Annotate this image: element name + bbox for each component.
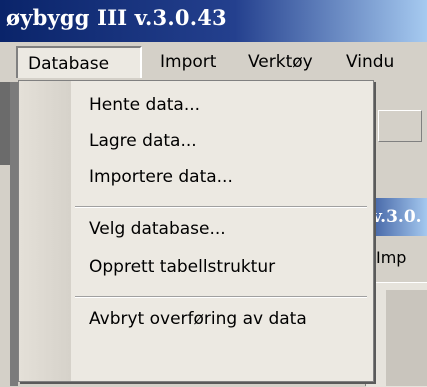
menu-item-avbryt-overforing[interactable]: Avbryt overføring av data (71, 302, 371, 336)
menu-item-velg-database[interactable]: Velg database... (71, 212, 371, 246)
menu-item-hente-data[interactable]: Hente data... (71, 88, 371, 122)
background-toolbar (372, 82, 427, 198)
menu-separator (75, 296, 367, 298)
background-window-title: v.3.0. (372, 207, 422, 227)
menu-import[interactable]: Import (150, 46, 226, 78)
background-panel (0, 82, 10, 165)
menu-item-opprett-tabellstruktur[interactable]: Opprett tabellstruktur (71, 250, 371, 284)
menu-vindu[interactable]: Vindu (336, 46, 404, 78)
menu-icon-gutter (19, 81, 71, 381)
menu-separator (75, 206, 367, 208)
database-dropdown-menu: Hente data... Lagre data... Importere da… (18, 80, 374, 382)
menu-verktoy[interactable]: Verktøy (238, 46, 323, 78)
menu-item-importere-data[interactable]: Importere data... (71, 160, 371, 194)
menu-bar: Database Import Verktøy Vindu (0, 42, 427, 82)
background-window: v.3.0. Imp (365, 198, 427, 387)
title-bar: øybygg III v.3.0.43 (0, 0, 427, 42)
menu-item-lagre-data[interactable]: Lagre data... (71, 124, 371, 158)
background-window-panel (386, 290, 427, 386)
background-window-menu-import[interactable]: Imp (376, 248, 406, 267)
toolbar-button[interactable] (378, 110, 422, 142)
window-title: øybygg III v.3.0.43 (6, 5, 227, 30)
menu-database[interactable]: Database (16, 46, 142, 78)
background-panel-edge (10, 82, 18, 386)
background-window-titlebar: v.3.0. (366, 198, 427, 236)
